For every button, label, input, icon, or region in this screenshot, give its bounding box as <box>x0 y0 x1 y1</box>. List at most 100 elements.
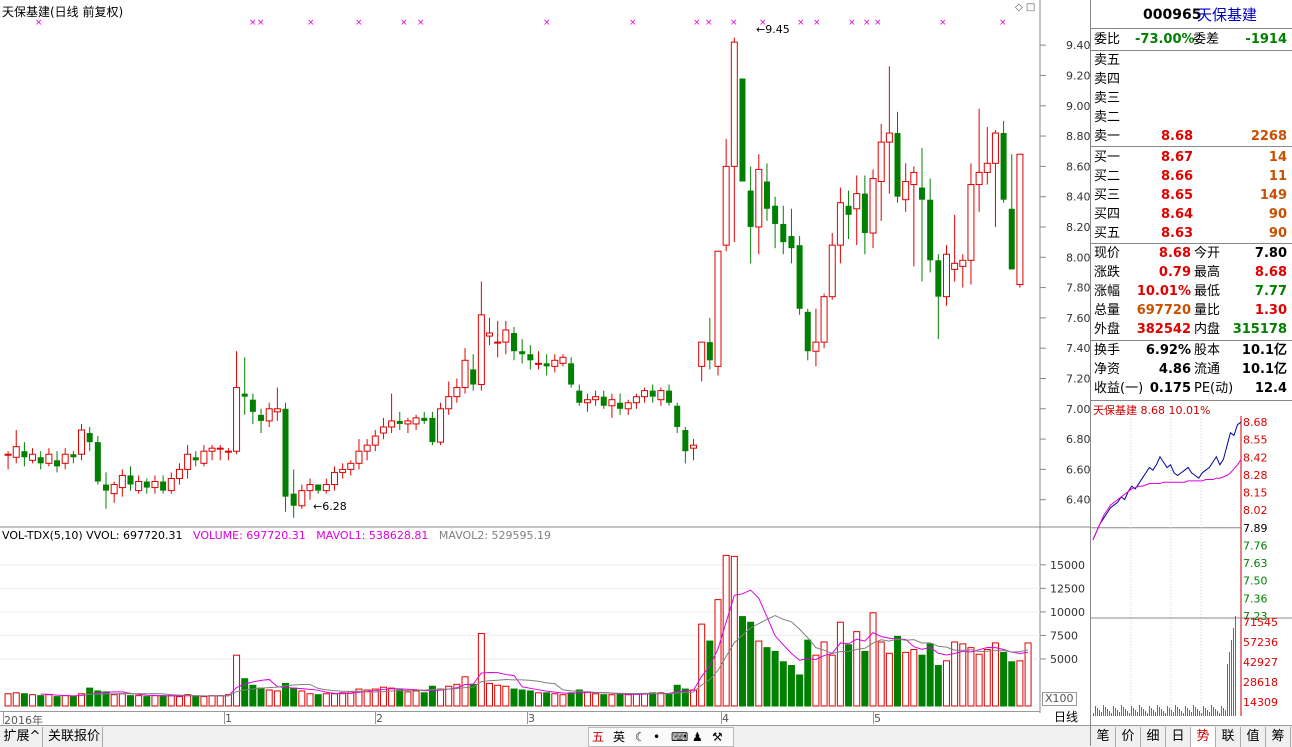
event-marker[interactable]: × <box>249 18 257 28</box>
buy-row[interactable]: 买五 8.63 90 <box>1091 224 1291 243</box>
sell-row[interactable]: 卖五 <box>1091 51 1291 70</box>
candle <box>396 411 403 430</box>
candle <box>241 357 248 415</box>
tab-related-quote[interactable]: 关联报价 <box>46 727 103 747</box>
stat2-row: 换手 6.92% 股本 10.1亿 <box>1091 341 1291 360</box>
volume-bar <box>37 695 45 707</box>
volume-bar <box>967 647 975 707</box>
sell-row[interactable]: 卖四 <box>1091 70 1291 89</box>
stat-label: 流通 <box>1194 362 1221 377</box>
intraday-vol-bar <box>1181 711 1182 716</box>
right-tab-2[interactable]: 细 <box>1141 727 1166 747</box>
event-marker[interactable]: × <box>813 18 821 28</box>
volume-bar <box>706 640 714 707</box>
tab-expand[interactable]: 扩展^ <box>2 727 43 747</box>
right-tab-5[interactable]: 联 <box>1216 727 1241 747</box>
dot-icon[interactable]: • <box>653 728 660 746</box>
sell-row[interactable]: 卖三 <box>1091 89 1291 108</box>
right-tab-0[interactable]: 笔 <box>1091 727 1116 747</box>
candle <box>461 348 469 394</box>
right-tab-1[interactable]: 价 <box>1116 727 1141 747</box>
event-marker[interactable]: × <box>257 18 265 28</box>
intraday-chart[interactable]: 8.68 8.55 8.42 8.28 8.15 8.02 7.89 7.76 7.63 7.50… <box>1091 416 1292 718</box>
keyboard-icon[interactable]: ⌨ <box>671 728 688 746</box>
candle <box>747 166 754 264</box>
person-icon[interactable]: ♟ <box>692 728 703 746</box>
event-marker[interactable]: × <box>705 18 713 28</box>
event-marker[interactable]: × <box>307 18 315 28</box>
intraday-vol-bar <box>1113 706 1114 716</box>
candle <box>714 250 722 376</box>
date-axis-label: 2 <box>376 712 383 725</box>
right-tab-4[interactable]: 势 <box>1191 727 1216 747</box>
sell-row[interactable]: 卖一 8.68 2268 <box>1091 127 1291 146</box>
buy-row[interactable]: 买二 8.66 11 <box>1091 167 1291 186</box>
volume-bar <box>330 693 338 707</box>
event-marker[interactable]: × <box>400 18 408 28</box>
candle <box>690 439 698 461</box>
right-tab-3[interactable]: 日 <box>1166 727 1191 747</box>
kline-nav-icons[interactable]: ◇ □ <box>1015 2 1035 13</box>
volume-bar <box>29 694 37 707</box>
buy-row[interactable]: 买一 8.67 14 <box>1091 148 1291 167</box>
event-marker[interactable]: × <box>355 18 363 28</box>
volume-bar <box>657 692 665 707</box>
event-marker[interactable]: × <box>797 18 805 28</box>
moon-icon[interactable]: ☾ <box>635 728 646 746</box>
candle <box>583 393 591 412</box>
candle <box>175 463 183 485</box>
event-marker[interactable]: × <box>848 18 856 28</box>
vol-indicator-label: VOL-TDX(5,10) VVOL: 697720.31 <box>2 529 183 542</box>
candle <box>559 354 567 367</box>
wrench-icon[interactable]: ⚒ <box>712 728 723 746</box>
volume-bar <box>339 692 347 707</box>
candle <box>103 472 109 509</box>
candle <box>975 108 983 212</box>
period-tab[interactable]: 日线 <box>1042 711 1090 724</box>
event-marker[interactable]: × <box>863 18 871 28</box>
event-marker[interactable]: × <box>730 18 738 28</box>
candle <box>796 236 803 315</box>
ime-five-icon[interactable]: 五 <box>592 728 604 746</box>
candle <box>379 417 387 440</box>
candle <box>730 37 738 243</box>
sell-row[interactable]: 卖二 <box>1091 108 1291 127</box>
buy-row[interactable]: 买三 8.65 149 <box>1091 186 1291 205</box>
candle <box>290 469 297 518</box>
event-marker[interactable]: × <box>693 18 701 28</box>
volume-bar <box>975 653 983 707</box>
event-marker[interactable]: × <box>629 18 637 28</box>
kline-chart[interactable]: × × × × × × × × × × × × × × × × × × × ×←6.28←9.45 9.409.209… <box>0 0 1090 528</box>
low-annotation: ←6.28 <box>313 500 347 513</box>
event-marker[interactable]: × <box>999 18 1007 28</box>
event-marker[interactable]: × <box>417 18 425 28</box>
volume-bar <box>763 647 771 707</box>
ime-english-icon[interactable]: 英 <box>613 728 625 746</box>
volume-bar <box>437 688 445 707</box>
stat-value: 1.30 <box>1254 303 1287 318</box>
volume-bar <box>534 692 542 707</box>
candle <box>861 175 868 255</box>
event-marker[interactable]: × <box>874 18 882 28</box>
order-level-label: 卖四 <box>1094 72 1121 87</box>
volume-bar <box>608 694 616 707</box>
date-axis-tick <box>375 712 376 724</box>
event-marker[interactable]: × <box>939 18 947 28</box>
event-marker[interactable]: × <box>543 18 551 28</box>
date-axis-tick <box>3 712 4 724</box>
candle <box>453 378 461 403</box>
right-tab-7[interactable]: 筹 <box>1266 727 1291 747</box>
kline-ytick-label: 8.40 <box>1066 191 1090 204</box>
candle <box>682 426 689 464</box>
candle <box>4 451 12 470</box>
right-tab-6[interactable]: 值 <box>1241 727 1266 747</box>
candle <box>151 475 159 494</box>
mavol2-value: MAVOL2: 529595.19 <box>438 529 552 542</box>
volume-chart[interactable]: 15000 12500 10000 7500 5000 <box>0 528 1090 713</box>
volume-legend: VOL-TDX(5,10) VVOL: 697720.31 VOLUME: 69… <box>2 529 551 542</box>
intraday-vol-bar <box>1151 708 1152 716</box>
date-axis-tick <box>873 712 874 724</box>
volume-bar <box>224 694 232 707</box>
weicha-label: 委差 <box>1193 32 1220 47</box>
buy-row[interactable]: 买四 8.64 90 <box>1091 205 1291 224</box>
